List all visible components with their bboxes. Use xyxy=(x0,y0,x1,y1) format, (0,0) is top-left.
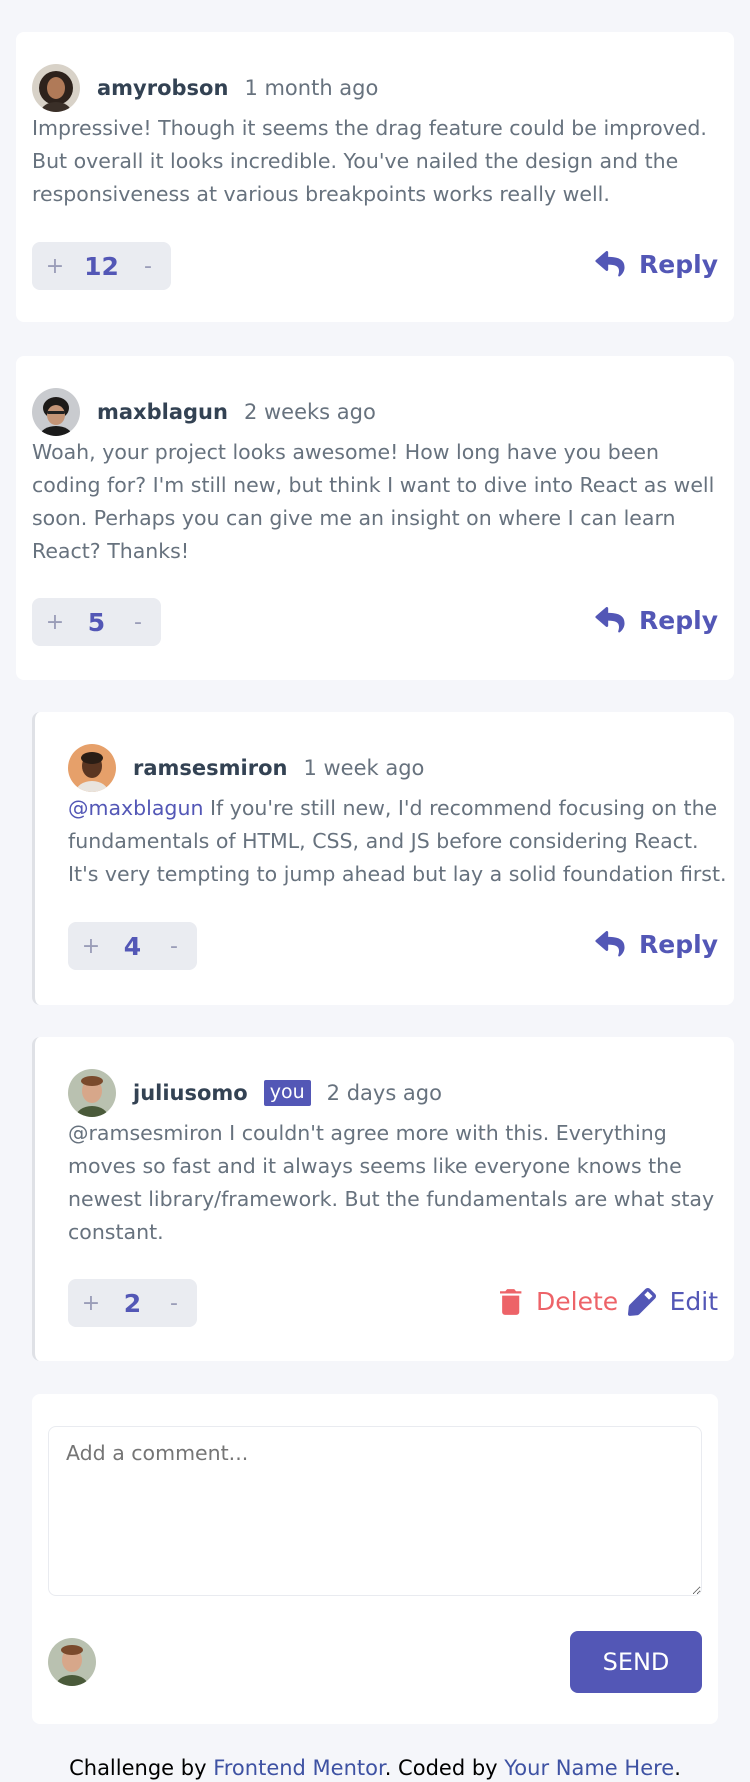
downvote-button[interactable]: - xyxy=(161,1291,187,1316)
comment-text: Impressive! Though it seems the drag fea… xyxy=(32,116,707,206)
comment-card: maxblagun 2 weeks ago Woah, your project… xyxy=(16,356,734,680)
upvote-button[interactable]: + xyxy=(42,254,68,279)
reply-card: juliusomo you 2 days ago @ramsesmiron I … xyxy=(32,1037,734,1361)
vote-counter: + 2 - xyxy=(68,1279,197,1327)
upvote-button[interactable]: + xyxy=(42,610,68,635)
score: 12 xyxy=(84,251,119,281)
avatar[interactable] xyxy=(68,744,116,792)
pencil-icon xyxy=(627,1287,656,1316)
downvote-button[interactable]: - xyxy=(135,254,161,279)
username: maxblagun xyxy=(97,400,228,424)
avatar[interactable] xyxy=(32,64,80,112)
downvote-button[interactable]: - xyxy=(125,610,151,635)
attribution-suffix: . xyxy=(674,1756,681,1780)
vote-counter: + 12 - xyxy=(32,242,171,290)
timestamp: 1 week ago xyxy=(303,756,425,780)
timestamp: 2 weeks ago xyxy=(243,400,376,424)
attribution-middle: . Coded by xyxy=(384,1756,505,1780)
reply-icon xyxy=(595,931,625,957)
downvote-button[interactable]: - xyxy=(161,934,187,959)
reply-label: Reply xyxy=(639,930,718,959)
delete-label: Delete xyxy=(536,1287,619,1316)
send-button[interactable]: SEND xyxy=(570,1631,702,1693)
reply-icon xyxy=(595,607,625,633)
vote-counter: + 5 - xyxy=(32,598,161,646)
attribution-prefix: Challenge by xyxy=(69,1756,214,1780)
avatar[interactable] xyxy=(68,1069,116,1117)
attribution: Challenge by Frontend Mentor. Coded by Y… xyxy=(0,1756,750,1780)
score: 4 xyxy=(123,931,142,961)
reply-button[interactable]: Reply xyxy=(595,250,718,279)
comment-card: amyrobson 1 month ago Impressive! Though… xyxy=(16,32,734,322)
username: amyrobson xyxy=(97,76,229,100)
timestamp: 1 month ago xyxy=(244,76,379,100)
vote-counter: + 4 - xyxy=(68,922,197,970)
delete-button[interactable]: Delete xyxy=(500,1287,618,1316)
comment-input[interactable] xyxy=(48,1426,702,1596)
reply-button[interactable]: Reply xyxy=(595,606,718,635)
reply-button[interactable]: Reply xyxy=(595,930,718,959)
author-link[interactable]: Your Name Here xyxy=(504,1756,674,1780)
upvote-button[interactable]: + xyxy=(78,934,104,959)
edit-button[interactable]: Edit xyxy=(627,1287,718,1316)
reply-label: Reply xyxy=(639,606,718,635)
frontend-mentor-link[interactable]: Frontend Mentor xyxy=(213,1756,385,1780)
you-badge: you xyxy=(263,1080,311,1106)
score: 2 xyxy=(123,1288,142,1318)
timestamp: 2 days ago xyxy=(326,1081,442,1105)
upvote-button[interactable]: + xyxy=(78,1291,104,1316)
reply-icon xyxy=(595,251,625,277)
score: 5 xyxy=(87,607,106,637)
current-user-avatar xyxy=(48,1638,96,1686)
edit-label: Edit xyxy=(669,1287,718,1316)
comment-text: @ramsesmiron I couldn't agree more with … xyxy=(68,1121,715,1244)
avatar[interactable] xyxy=(32,388,80,436)
reply-card: ramsesmiron 1 week ago @maxblagun If you… xyxy=(32,712,734,1005)
reply-label: Reply xyxy=(639,250,718,279)
mention-link[interactable]: @maxblagun xyxy=(68,796,203,820)
comments-page: amyrobson 1 month ago Impressive! Though… xyxy=(0,0,750,1782)
comment-text: Woah, your project looks awesome! How lo… xyxy=(32,440,715,563)
username: ramsesmiron xyxy=(133,756,288,780)
comment-text: @maxblagun If you're still new, I'd reco… xyxy=(68,792,728,891)
trash-icon xyxy=(500,1288,522,1315)
username: juliusomo xyxy=(133,1081,248,1105)
